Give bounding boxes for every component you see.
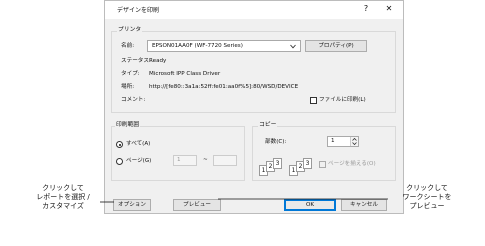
callout-leader-lines — [100, 198, 388, 203]
